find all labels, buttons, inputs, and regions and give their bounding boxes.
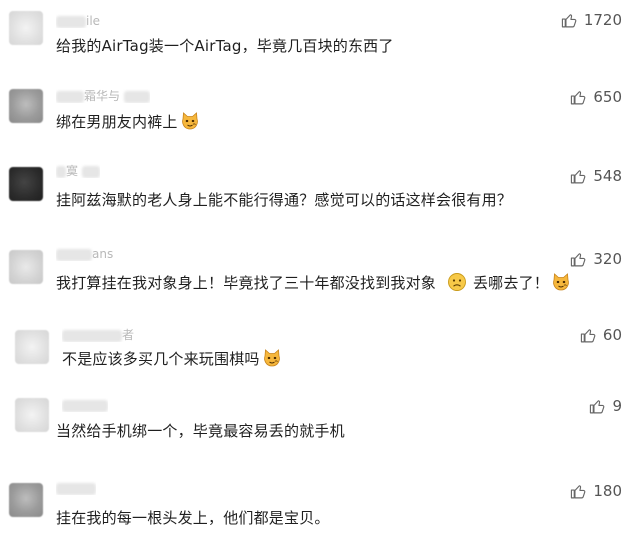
thumbs-up-icon [580,327,597,344]
comment-text: 挂阿兹海默的老人身上能不能行得通？感觉可以的话这样会很有用？ [56,191,513,209]
avatar[interactable] [9,167,43,201]
cat-face-emoji-icon [551,272,571,292]
avatar[interactable] [9,483,43,517]
comment-text-part: 丢哪去了！ [472,274,549,292]
avatar[interactable] [9,89,43,123]
comment-item: 寞 挂阿兹海默的老人身上能不能行得通？感觉可以的话这样会很有用？ 548 [0,157,640,232]
like-button[interactable]: 548 [570,165,622,187]
comment-text: 当然给手机绑一个，毕竟最容易丢的就手机 [56,422,345,440]
comment-item: 挂在我的每一根头发上，他们都是宝贝。 180 [0,474,640,543]
like-count: 60 [602,326,622,344]
like-count: 650 [593,88,622,106]
cat-face-emoji-icon [180,111,200,131]
like-count: 9 [612,397,622,415]
thumbs-up-icon [589,398,606,415]
like-count: 548 [593,167,622,185]
comment-text: 挂在我的每一根头发上，他们都是宝贝。 [56,509,330,527]
like-count: 180 [593,482,622,500]
avatar[interactable] [15,398,49,432]
comment-text: 给我的AirTag装一个AirTag，毕竟几百块的东西了 [56,37,394,55]
thumbs-up-icon [570,168,587,185]
commenter-name[interactable] [62,398,108,412]
comment-text-body: 绑在男朋友内裤上 [56,113,178,131]
like-count: 1720 [583,11,622,29]
sad-face-emoji-icon [447,272,467,292]
comment-text-part: 我打算挂在我对象身上！毕竟找了三十年都没找到我对象 [56,274,437,292]
comment-text: 绑在男朋友内裤上 [56,111,200,133]
avatar[interactable] [9,250,43,284]
thumbs-up-icon [561,12,578,29]
comment-text: 不是应该多买几个来玩围棋吗 [62,348,282,370]
comment-text-body: 不是应该多买几个来玩围棋吗 [62,350,260,368]
commenter-name[interactable]: ile [56,14,100,28]
like-button[interactable]: 60 [580,324,622,346]
like-button[interactable]: 650 [570,86,622,108]
like-button[interactable]: 320 [570,248,622,270]
commenter-name[interactable]: 寞 [56,164,101,178]
avatar[interactable] [9,11,43,45]
comment-item: 当然给手机绑一个，毕竟最容易丢的就手机 9 [0,390,640,465]
like-button[interactable]: 9 [589,395,622,417]
comment-item: ans 我打算挂在我对象身上！毕竟找了三十年都没找到我对象 丢哪去了！ 320 [0,240,640,318]
like-button[interactable]: 1720 [561,9,622,31]
comment-item: ile 给我的AirTag装一个AirTag，毕竟几百块的东西了 1720 [0,0,640,70]
like-count: 320 [593,250,622,268]
thumbs-up-icon [570,89,587,106]
cat-face-emoji-icon [262,348,282,368]
comment-item: 霜华与 绑在男朋友内裤上 650 [0,80,640,150]
like-button[interactable]: 180 [570,480,622,502]
comment-text: 我打算挂在我对象身上！毕竟找了三十年都没找到我对象 丢哪去了！ [56,272,571,294]
avatar[interactable] [15,330,49,364]
thumbs-up-icon [570,483,587,500]
commenter-name[interactable]: 者 [62,328,134,342]
thumbs-up-icon [570,251,587,268]
comment-item: 者 不是应该多买几个来玩围棋吗 60 [0,322,640,390]
commenter-name[interactable] [56,481,96,495]
commenter-name[interactable]: ans [56,247,113,261]
commenter-name[interactable]: 霜华与 [56,89,151,103]
